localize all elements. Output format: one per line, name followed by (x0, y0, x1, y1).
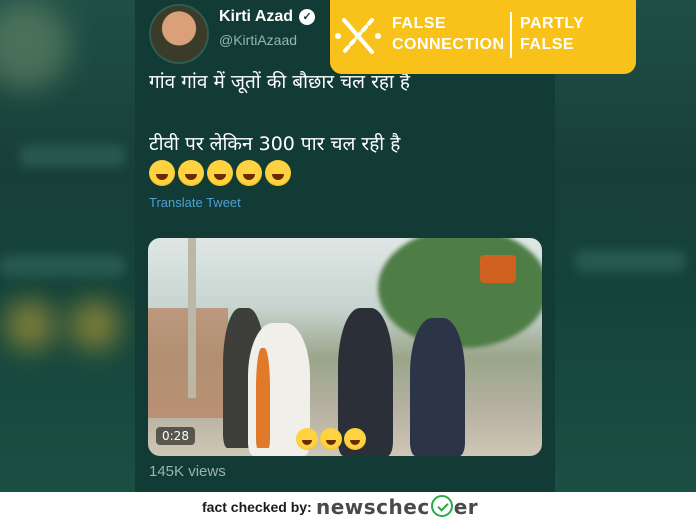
verdict-left-line-1: FALSE (392, 15, 447, 32)
laughing-emoji-icon (320, 428, 342, 450)
verdict-right-line-2: FALSE (520, 36, 575, 53)
tweet-emoji-row (149, 160, 294, 192)
video-channel-logo (480, 255, 516, 283)
video-emoji-overlay (296, 428, 368, 454)
rolling-laughing-emoji-icon (265, 160, 291, 186)
author-name[interactable]: Kirti Azad (219, 8, 293, 25)
tweet-text-line-2: टीवी पर लेकिन 300 पार चल रही है (149, 133, 401, 155)
newschecker-logo: newschec er (316, 495, 478, 519)
verdict-left-line-2: CONNECTION (392, 36, 505, 53)
author-handle[interactable]: @KirtiAzaad (219, 32, 297, 48)
rolling-laughing-emoji-icon (207, 160, 233, 186)
verified-badge-icon: ✓ (299, 9, 316, 25)
verdict-right-line-1: PARTLY (520, 15, 585, 32)
avatar[interactable] (149, 4, 209, 64)
video-person (410, 318, 465, 456)
laughing-emoji-icon (296, 428, 318, 450)
brand-text-suffix: er (453, 495, 479, 519)
video-scene-pole (188, 238, 196, 398)
blurred-text-line (575, 250, 685, 272)
video-person-scarf (256, 348, 270, 448)
rolling-laughing-emoji-icon (149, 160, 175, 186)
laughing-emoji-icon (344, 428, 366, 450)
author-name-row[interactable]: Kirti Azad ✓ (219, 8, 316, 26)
translate-tweet-link[interactable]: Translate Tweet (149, 195, 241, 210)
view-count: 145K views (149, 463, 226, 480)
rolling-laughing-emoji-icon (236, 160, 262, 186)
fact-checked-label: fact checked by: (202, 499, 312, 515)
blurred-text-line (20, 145, 125, 167)
verdict-label-left: FALSE CONNECTION (392, 13, 505, 55)
video-duration: 0:28 (156, 427, 195, 445)
false-connection-icon (335, 18, 381, 54)
checkmark-circle-icon (430, 495, 453, 517)
video-scene-tree (378, 238, 542, 348)
blurred-emoji (70, 300, 120, 350)
rolling-laughing-emoji-icon (178, 160, 204, 186)
brand-text-prefix: newschec (316, 495, 430, 519)
blurred-emoji (5, 300, 55, 350)
verdict-divider (510, 12, 512, 58)
blurred-text-line (0, 255, 125, 277)
verdict-label-right: PARTLY FALSE (520, 13, 584, 55)
